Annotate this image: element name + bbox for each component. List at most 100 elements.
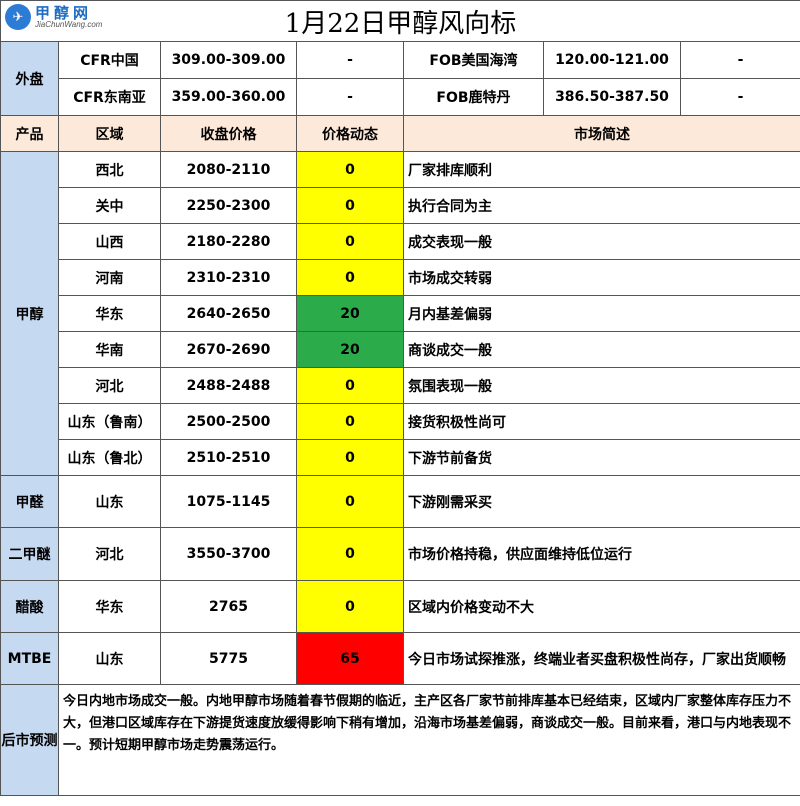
region-cell: 山东 xyxy=(58,632,161,685)
desc-cell: 市场价格持稳，供应面维持低位运行 xyxy=(403,527,800,581)
change-cell: 0 xyxy=(296,403,404,440)
desc-cell: 执行合同为主 xyxy=(403,187,800,224)
change-cell: 20 xyxy=(296,331,404,368)
table-row: 关中 2250-2300 0 执行合同为主 xyxy=(1,187,800,224)
change-cell: 0 xyxy=(296,223,404,260)
region-cell: 华东 xyxy=(58,580,161,633)
desc-cell: 接货积极性尚可 xyxy=(403,403,800,440)
desc-cell: 月内基差偏弱 xyxy=(403,295,800,332)
ext-price: 386.50-387.50 xyxy=(543,78,681,116)
methanol-label: 甲醇 xyxy=(0,151,59,476)
desc-cell: 下游节前备货 xyxy=(403,439,800,476)
desc-cell: 市场成交转弱 xyxy=(403,259,800,296)
desc-cell: 氛围表现一般 xyxy=(403,367,800,404)
price-cell: 2640-2650 xyxy=(160,295,297,332)
ext-change: - xyxy=(680,41,800,79)
price-cell: 2180-2280 xyxy=(160,223,297,260)
region-cell: 山东（鲁北） xyxy=(58,439,161,476)
change-cell: 20 xyxy=(296,295,404,332)
change-cell: 0 xyxy=(296,367,404,404)
table-row: 醋酸 华东 2765 0 区域内价格变动不大 xyxy=(0,580,800,633)
logo-icon: ✈ xyxy=(5,4,31,30)
price-cell: 3550-3700 xyxy=(160,527,297,581)
ext-change: - xyxy=(296,41,404,79)
desc-cell: 今日市场试探推涨，终端业者买盘积极性尚存，厂家出货顺畅 xyxy=(403,632,800,685)
price-cell: 5775 xyxy=(160,632,297,685)
price-cell: 1075-1145 xyxy=(160,475,297,528)
region-cell: 华南 xyxy=(58,331,161,368)
product-label: MTBE xyxy=(0,632,59,685)
ext-change: - xyxy=(296,78,404,116)
product-label: 醋酸 xyxy=(0,580,59,633)
price-cell: 2080-2110 xyxy=(160,151,297,188)
region-cell: 华东 xyxy=(58,295,161,332)
report-table: ✈ 甲醇网 JiaChunWang.com 1月22日甲醇风向标 外盘 CFR中… xyxy=(0,0,800,796)
desc-cell: 下游刚需采买 xyxy=(403,475,800,528)
desc-cell: 厂家排库顺利 xyxy=(403,151,800,188)
price-cell: 2310-2310 xyxy=(160,259,297,296)
change-cell: 65 xyxy=(296,632,404,685)
ext-price: 359.00-360.00 xyxy=(160,78,297,116)
price-cell: 2250-2300 xyxy=(160,187,297,224)
region-cell: 西北 xyxy=(58,151,161,188)
table-row: 山西 2180-2280 0 成交表现一般 xyxy=(1,223,800,260)
desc-cell: 成交表现一般 xyxy=(403,223,800,260)
table-row: 河南 2310-2310 0 市场成交转弱 xyxy=(1,259,800,296)
methanol-report-sheet: ✈ 甲醇网 JiaChunWang.com 1月22日甲醇风向标 外盘 CFR中… xyxy=(0,0,800,806)
logo-en: JiaChunWang.com xyxy=(35,19,103,29)
region-cell: 山东 xyxy=(58,475,161,528)
ext-change: - xyxy=(680,78,800,116)
price-cell: 2500-2500 xyxy=(160,403,297,440)
change-cell: 0 xyxy=(296,259,404,296)
table-row: 华南 2670-2690 20 商谈成交一般 xyxy=(1,331,800,368)
forecast-label: 后市预测 xyxy=(0,684,59,796)
product-label: 二甲醚 xyxy=(0,527,59,581)
header-price: 收盘价格 xyxy=(160,115,297,152)
region-cell: 河北 xyxy=(58,367,161,404)
price-cell: 2670-2690 xyxy=(160,331,297,368)
region-cell: 山东（鲁南） xyxy=(58,403,161,440)
region-cell: 关中 xyxy=(58,187,161,224)
external-label: 外盘 xyxy=(0,41,59,116)
header-product: 产品 xyxy=(0,115,59,152)
change-cell: 0 xyxy=(296,527,404,581)
table-row: 甲醛 山东 1075-1145 0 下游刚需采买 xyxy=(0,475,800,528)
ext-name: FOB鹿特丹 xyxy=(403,78,544,116)
site-logo: ✈ 甲醇网 JiaChunWang.com xyxy=(5,4,102,30)
ext-price: 120.00-121.00 xyxy=(543,41,681,79)
price-cell: 2765 xyxy=(160,580,297,633)
table-row: 河北 2488-2488 0 氛围表现一般 xyxy=(1,367,800,404)
change-cell: 0 xyxy=(296,580,404,633)
change-cell: 0 xyxy=(296,475,404,528)
title-bar: ✈ 甲醇网 JiaChunWang.com 1月22日甲醇风向标 xyxy=(0,0,800,42)
desc-cell: 商谈成交一般 xyxy=(403,331,800,368)
ext-price: 309.00-309.00 xyxy=(160,41,297,79)
table-row: 甲醇 西北 2080-2110 0 厂家排库顺利 xyxy=(0,151,800,476)
forecast-row: 后市预测 今日内地市场成交一般。内地甲醇市场随着春节假期的临近，主产区各厂家节前… xyxy=(0,684,800,796)
header-change: 价格动态 xyxy=(296,115,404,152)
ext-name: CFR东南亚 xyxy=(58,78,161,116)
product-label: 甲醛 xyxy=(0,475,59,528)
ext-name: CFR中国 xyxy=(58,41,161,79)
region-cell: 河北 xyxy=(58,527,161,581)
table-row: 二甲醚 河北 3550-3700 0 市场价格持稳，供应面维持低位运行 xyxy=(0,527,800,581)
price-cell: 2510-2510 xyxy=(160,439,297,476)
price-cell: 2488-2488 xyxy=(160,367,297,404)
desc-cell: 区域内价格变动不大 xyxy=(403,580,800,633)
forecast-text: 今日内地市场成交一般。内地甲醇市场随着春节假期的临近，主产区各厂家节前排库基本已… xyxy=(58,684,800,796)
region-cell: 山西 xyxy=(58,223,161,260)
ext-name: FOB美国海湾 xyxy=(403,41,544,79)
header-desc: 市场简述 xyxy=(403,115,800,152)
table-row: MTBE 山东 5775 65 今日市场试探推涨，终端业者买盘积极性尚存，厂家出… xyxy=(0,632,800,685)
table-row: 华东 2640-2650 20 月内基差偏弱 xyxy=(1,295,800,332)
region-cell: 河南 xyxy=(58,259,161,296)
table-row: 山东（鲁北） 2510-2510 0 下游节前备货 xyxy=(1,439,800,476)
table-row: 山东（鲁南） 2500-2500 0 接货积极性尚可 xyxy=(1,403,800,440)
header-row: 产品 区域 收盘价格 价格动态 市场简述 xyxy=(0,115,800,152)
logo-cn: 甲醇网 xyxy=(35,3,93,22)
change-cell: 0 xyxy=(296,187,404,224)
change-cell: 0 xyxy=(296,151,404,188)
change-cell: 0 xyxy=(296,439,404,476)
header-region: 区域 xyxy=(58,115,161,152)
page-title: 1月22日甲醇风向标 xyxy=(284,8,517,39)
